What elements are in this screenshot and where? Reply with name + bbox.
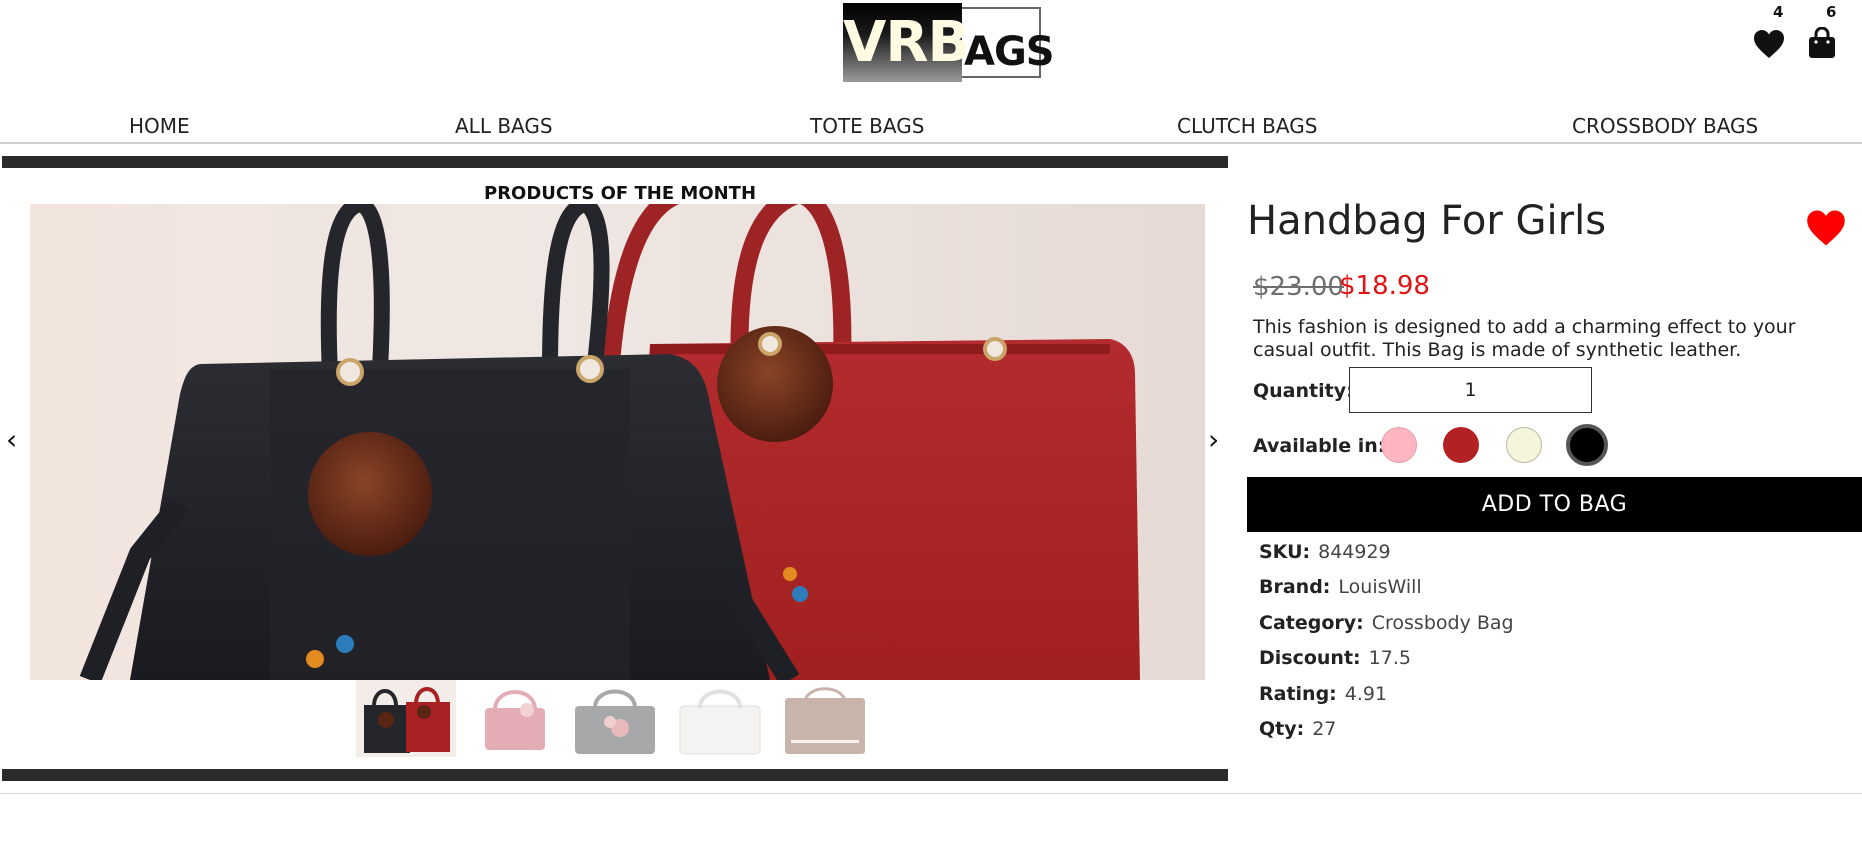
bag-count-badge: 6: [1826, 3, 1837, 21]
nav-item-crossbody-bags[interactable]: CROSSBODY BAGS: [1572, 114, 1758, 138]
carousel-bottom-bar: [2, 769, 1228, 781]
color-swatch-black-selected[interactable]: [1566, 424, 1608, 466]
spec-category: Category: Crossbody Bag: [1259, 612, 1514, 634]
spec-brand: Brand: LouisWill: [1259, 576, 1422, 598]
spec-value: Crossbody Bag: [1371, 612, 1514, 634]
carousel-title: PRODUCTS OF THE MONTH: [484, 183, 757, 204]
heart-icon: [1754, 30, 1784, 58]
logo-light-part: AGS: [962, 7, 1055, 78]
thumbnail-4[interactable]: [670, 680, 770, 757]
original-price: $23.00: [1253, 272, 1344, 302]
spec-key: SKU:: [1259, 541, 1311, 563]
bag-button[interactable]: [1808, 26, 1836, 63]
carousel-prev-button[interactable]: ‹: [6, 426, 17, 454]
product-description: This fashion is designed to add a charmi…: [1253, 316, 1796, 361]
spec-value: 27: [1312, 718, 1337, 740]
product-main-image: [30, 204, 1205, 680]
heart-icon: [1807, 210, 1845, 246]
thumbnail-3[interactable]: [565, 680, 665, 757]
quantity-label: Quantity:: [1253, 380, 1354, 402]
spec-value: 4.91: [1344, 683, 1388, 705]
nav-item-tote-bags[interactable]: TOTE BAGS: [810, 114, 924, 138]
thumbnail-5[interactable]: [775, 680, 875, 757]
spec-key: Discount:: [1259, 647, 1361, 669]
spec-value: 17.5: [1368, 647, 1411, 669]
nav-item-clutch-bags[interactable]: CLUTCH BAGS: [1177, 114, 1317, 138]
logo-dark-part: VRB: [843, 3, 970, 82]
thumbnail-1[interactable]: [356, 680, 456, 757]
spec-key: Brand:: [1259, 576, 1331, 598]
site-logo[interactable]: VRB AGS: [843, 3, 1055, 82]
thumbnail-2[interactable]: [465, 680, 565, 757]
favorite-button[interactable]: [1806, 209, 1846, 251]
available-label: Available in:: [1253, 435, 1386, 457]
spec-sku: SKU: 844929: [1259, 541, 1391, 563]
color-swatch-cream[interactable]: [1506, 427, 1542, 463]
footer-divider: [0, 793, 1862, 794]
spec-value: LouisWill: [1338, 576, 1422, 598]
main-nav: HOME ALL BAGS TOTE BAGS CLUTCH BAGS CROS…: [0, 110, 1862, 144]
spec-key: Category:: [1259, 612, 1364, 634]
sale-price: $18.98: [1339, 271, 1430, 301]
color-swatch-pink[interactable]: [1381, 427, 1417, 463]
wishlist-count-badge: 4: [1773, 3, 1784, 21]
spec-value: 844929: [1318, 541, 1391, 563]
nav-item-all-bags[interactable]: ALL BAGS: [455, 114, 553, 138]
product-title: Handbag For Girls: [1247, 198, 1607, 244]
nav-item-home[interactable]: HOME: [129, 114, 190, 138]
spec-key: Qty:: [1259, 718, 1305, 740]
spec-qty: Qty: 27: [1259, 718, 1336, 740]
shopping-bag-icon: [1809, 26, 1835, 58]
add-to-bag-button[interactable]: ADD TO BAG: [1247, 477, 1862, 532]
spec-key: Rating:: [1259, 683, 1337, 705]
carousel-next-button[interactable]: ›: [1208, 426, 1219, 454]
carousel-top-bar: [2, 156, 1228, 168]
spec-discount: Discount: 17.5: [1259, 647, 1411, 669]
quantity-input[interactable]: [1349, 367, 1592, 413]
spec-rating: Rating: 4.91: [1259, 683, 1387, 705]
color-swatch-red[interactable]: [1443, 427, 1479, 463]
wishlist-button[interactable]: [1753, 29, 1785, 63]
